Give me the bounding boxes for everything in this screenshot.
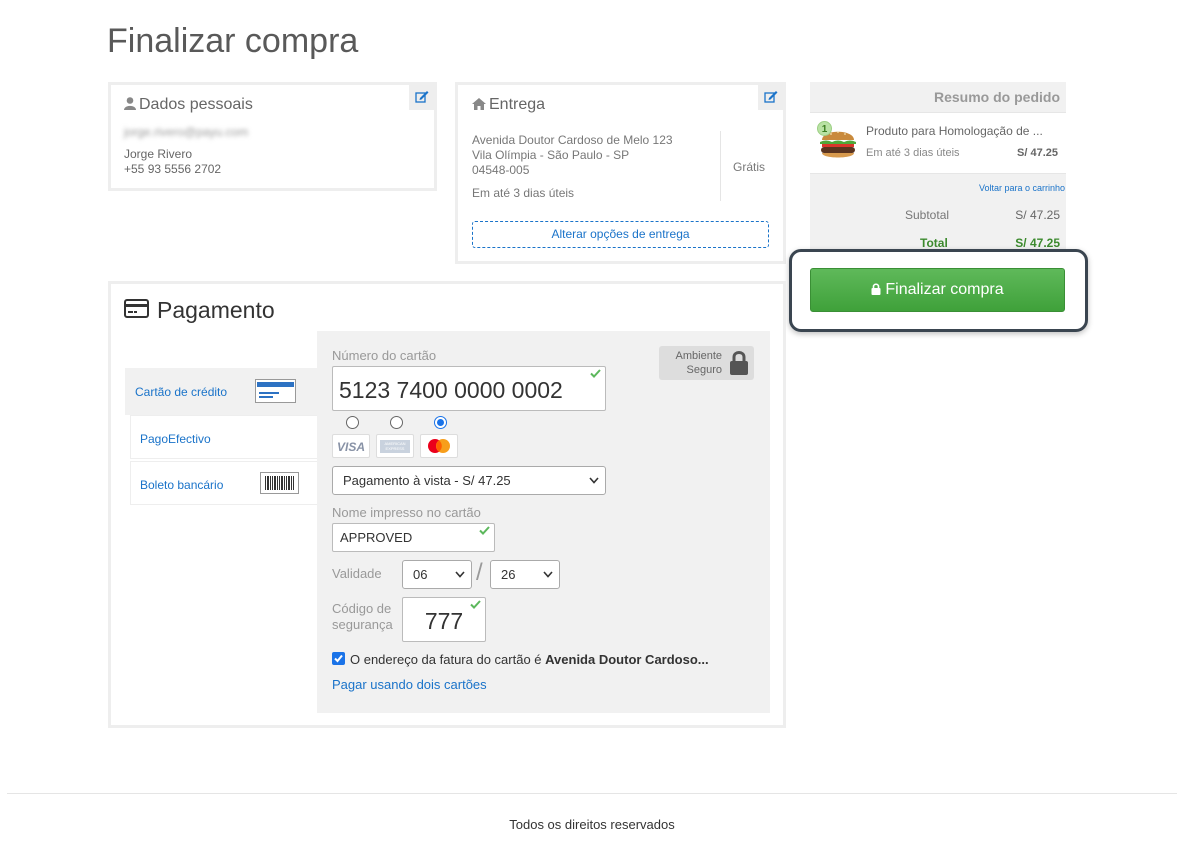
checkmark-icon — [334, 654, 343, 663]
cvv-label-2: segurança — [332, 617, 393, 632]
secure-environment-badge: Ambiente Seguro — [659, 346, 754, 380]
secure-text: Ambiente Seguro — [676, 349, 722, 377]
item-eta: Em até 3 dias úteis — [866, 147, 960, 159]
shipping-postal-code: 04548-005 — [472, 163, 530, 177]
chevron-down-icon — [455, 570, 465, 578]
chevron-down-icon — [589, 476, 599, 484]
personal-phone: +55 93 5556 2702 — [124, 162, 222, 176]
edit-icon — [415, 91, 429, 103]
billing-address: Avenida Doutor Cardoso... — [545, 652, 709, 667]
tab-credit-card[interactable]: Cartão de crédito — [125, 368, 317, 415]
footer-divider — [7, 793, 1177, 794]
cvv-value: 777 — [424, 608, 464, 634]
secure-label-1: Ambiente — [675, 350, 722, 362]
mastercard-logo — [420, 434, 458, 458]
shipping-panel: Entrega Avenida Doutor Cardoso de Melo 1… — [455, 82, 786, 264]
installments-select[interactable]: Pagamento à vista - S/ 47.25 — [332, 466, 606, 495]
card-number-label: Número do cartão — [332, 348, 437, 363]
padlock-icon — [730, 351, 748, 375]
change-shipping-button[interactable]: Alterar opções de entrega — [472, 221, 769, 248]
tab-pagoefectivo-label: PagoEfectivo — [140, 432, 211, 446]
shipping-address-line1: Avenida Doutor Cardoso de Melo 123 — [472, 133, 673, 147]
expiry-slash: / — [476, 559, 483, 586]
valid-check-icon — [470, 600, 481, 609]
valid-check-icon — [479, 526, 490, 535]
mastercard-icon — [428, 439, 450, 453]
user-icon — [124, 97, 136, 110]
tab-boleto-label: Boleto bancário — [140, 478, 224, 492]
barcode-icon — [260, 472, 299, 494]
lock-icon — [871, 283, 881, 295]
personal-data-panel: Dados pessoais jorge.rivero@payu.com Jor… — [108, 82, 437, 191]
secure-label-2: Seguro — [686, 364, 722, 376]
amex-logo: AMERICAN EXPRESS — [376, 434, 414, 458]
valid-check-icon — [590, 369, 601, 378]
cardholder-name-input[interactable]: APPROVED — [332, 523, 495, 552]
expiry-month-select[interactable]: 06 — [402, 560, 472, 589]
summary-title: Resumo do pedido — [934, 89, 1060, 105]
personal-heading-text: Dados pessoais — [139, 96, 253, 113]
summary-item: 1 Produto para Homologação de ... Em até… — [810, 112, 1066, 174]
visa-text: VISA — [336, 440, 365, 454]
cvv-input[interactable]: 777 — [402, 597, 486, 642]
finalize-purchase-button[interactable]: Finalizar compra — [810, 268, 1065, 312]
item-name: Produto para Homologação de ... — [866, 124, 1043, 138]
shipping-address-line2: Vila Olímpia - São Paulo - SP — [472, 148, 630, 162]
pay-two-cards-link[interactable]: Pagar usando dois cartões — [332, 677, 487, 692]
credit-card-icon — [124, 299, 149, 318]
subtotal-label: Subtotal — [905, 208, 950, 222]
personal-email: jorge.rivero@payu.com — [124, 125, 249, 139]
expiry-month-value: 06 — [413, 567, 428, 582]
shipping-price: Grátis — [733, 160, 766, 174]
cvv-label-1: Código de — [332, 601, 392, 616]
mastercard-radio[interactable] — [434, 416, 447, 429]
cvv-label: Código de segurança — [332, 601, 393, 633]
payment-heading: Pagamento — [157, 297, 275, 323]
expiry-year-value: 26 — [501, 567, 516, 582]
edit-shipping-button[interactable] — [758, 85, 783, 110]
installments-value: Pagamento à vista - S/ 47.25 — [343, 473, 511, 488]
item-quantity-badge: 1 — [817, 121, 832, 136]
back-to-cart-link[interactable]: Voltar para o carrinho — [979, 183, 1065, 193]
billing-prefix: O endereço da fatura do cartão é — [350, 652, 546, 667]
billing-address-checkbox[interactable] — [332, 652, 345, 665]
edit-icon — [764, 91, 778, 103]
tab-boleto[interactable]: Boleto bancário — [130, 461, 317, 505]
item-price: S/ 47.25 — [1017, 147, 1058, 159]
amex-text: AMERICAN EXPRESS — [380, 440, 410, 453]
cardholder-name-value: APPROVED — [340, 530, 413, 545]
amex-radio[interactable] — [390, 416, 403, 429]
visa-logo: VISA — [332, 434, 370, 458]
expiry-year-select[interactable]: 26 — [490, 560, 560, 589]
cardholder-name-label: Nome impresso no cartão — [332, 505, 481, 520]
finalize-label: Finalizar compra — [885, 281, 1004, 298]
home-icon — [472, 98, 486, 110]
shipping-divider — [720, 131, 721, 201]
shipping-eta: Em até 3 dias úteis — [472, 186, 575, 200]
subtotal-value: S/ 47.25 — [1015, 208, 1060, 222]
personal-heading: Dados pessoais — [124, 96, 253, 114]
billing-address-text: O endereço da fatura do cartão é Avenida… — [350, 652, 709, 667]
payment-panel: Pagamento Cartão de crédito PagoEfectivo… — [108, 281, 786, 728]
card-form: Número do cartão 5123 7400 0000 0002 Amb… — [317, 331, 770, 713]
edit-personal-button[interactable] — [409, 85, 434, 110]
chevron-down-icon — [543, 570, 553, 578]
validity-label: Validade — [332, 566, 382, 581]
visa-radio[interactable] — [346, 416, 359, 429]
order-summary: Resumo do pedido 1 Produto para Homologa… — [810, 82, 1066, 250]
footer-text: Todos os direitos reservados — [509, 817, 675, 832]
shipping-heading: Entrega — [472, 96, 545, 114]
tab-credit-card-label: Cartão de crédito — [135, 385, 228, 399]
tab-pagoefectivo[interactable]: PagoEfectivo — [130, 415, 317, 459]
personal-name: Jorge Rivero — [124, 147, 193, 161]
card-tab-icon — [255, 379, 296, 403]
card-number-input[interactable]: 5123 7400 0000 0002 — [332, 366, 606, 411]
card-number-value: 5123 7400 0000 0002 — [339, 377, 563, 403]
page-title: Finalizar compra — [107, 22, 359, 60]
shipping-heading-text: Entrega — [489, 96, 546, 113]
